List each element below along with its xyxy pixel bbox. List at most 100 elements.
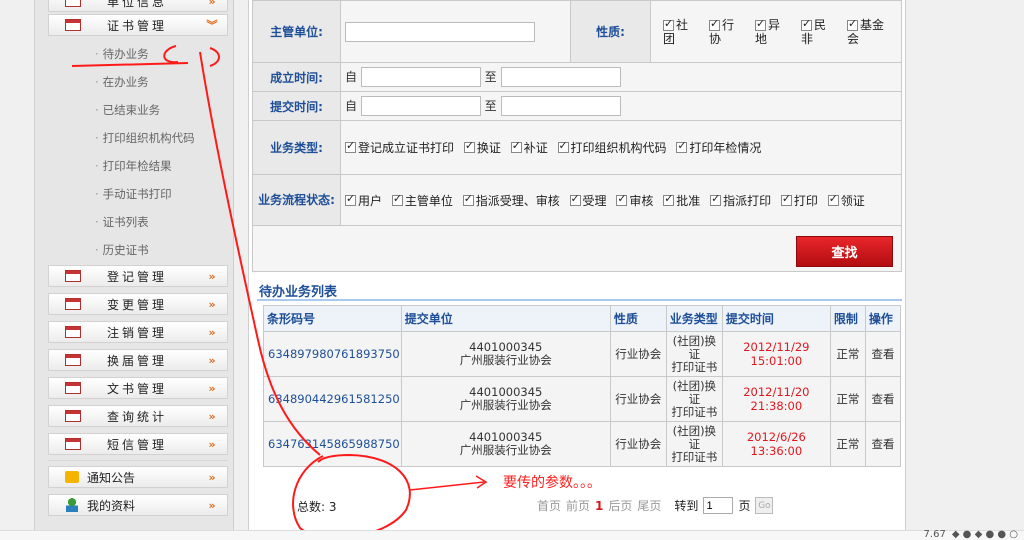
nature-option-shetuan[interactable]: 社团 xyxy=(663,17,699,46)
established-label: 成立时间: xyxy=(252,62,341,92)
flow-option[interactable]: 用户 xyxy=(345,192,382,209)
btype-option[interactable]: 补证 xyxy=(510,139,548,156)
table-row: 634897980761893750 4401000345 广州服装行业协会 行业… xyxy=(263,331,902,377)
checkbox[interactable] xyxy=(847,17,858,31)
barcode-cell: 634890442961581250 xyxy=(263,376,402,422)
checkbox[interactable] xyxy=(462,192,474,206)
view-link[interactable]: 查看 xyxy=(864,376,902,422)
search-button[interactable]: 查找 xyxy=(796,236,893,267)
chevron-right-icon: » xyxy=(208,409,216,423)
flow-option[interactable]: 指派受理、审核 xyxy=(462,192,560,209)
calendar-icon xyxy=(65,438,81,450)
submitted-cell: 自 至 xyxy=(340,91,902,121)
flow-option[interactable]: 打印 xyxy=(780,192,818,209)
flow-option[interactable]: 批准 xyxy=(663,192,700,209)
checkbox[interactable] xyxy=(345,192,356,206)
btype-option[interactable]: 打印组织机构代码 xyxy=(557,139,667,156)
calendar-icon xyxy=(65,270,81,282)
menu-label: 变更管理 xyxy=(107,297,168,312)
col-action: 操作 xyxy=(864,305,902,332)
checkbox[interactable] xyxy=(709,17,720,31)
menu-registration[interactable]: 登记管理 » xyxy=(48,265,228,287)
supervisor-label: 主管单位: xyxy=(252,0,341,63)
checkbox[interactable] xyxy=(463,139,475,153)
checkbox[interactable] xyxy=(780,192,792,206)
flow-option[interactable]: 受理 xyxy=(569,192,607,209)
flow-option[interactable]: 主管单位 xyxy=(391,192,453,209)
established-to-input[interactable] xyxy=(500,67,621,87)
submenu-item-cert-list[interactable]: · 证书列表 xyxy=(95,214,149,230)
barcode-cell: 634763145865988750 xyxy=(263,421,402,467)
menu-change[interactable]: 变更管理 » xyxy=(48,293,228,315)
btype-option[interactable]: 登记成立证书打印 xyxy=(345,139,454,156)
pager-goto-input[interactable] xyxy=(703,497,734,514)
checkbox[interactable] xyxy=(663,17,674,31)
submenu-item-pending[interactable]: · 待办业务 xyxy=(95,46,149,62)
flow-label: 业务流程状态: xyxy=(252,174,341,226)
supervisor-input[interactable] xyxy=(345,21,535,42)
menu-label: 通知公告 xyxy=(87,470,136,485)
menu-query-stats[interactable]: 查询统计 » xyxy=(48,405,228,427)
menu-documents[interactable]: 文书管理 » xyxy=(48,377,228,399)
chevron-down-icon: ︾ xyxy=(206,19,218,32)
checkbox[interactable] xyxy=(801,17,812,31)
checkbox[interactable] xyxy=(827,192,839,206)
menu-reelection[interactable]: 换届管理 » xyxy=(48,349,228,371)
submitted-to-input[interactable] xyxy=(500,96,621,116)
nature-option-hangxie[interactable]: 行协 xyxy=(709,17,745,46)
chevron-right-icon: » xyxy=(208,325,216,339)
user-icon xyxy=(66,498,78,512)
from-label: 自 xyxy=(345,70,358,84)
btype-option[interactable]: 换证 xyxy=(463,139,501,156)
menu-cert-manage[interactable]: 证书管理 ︾ xyxy=(48,14,228,36)
checkbox[interactable] xyxy=(557,139,569,153)
nature-cell: 行业协会 xyxy=(609,376,667,422)
search-form: 主管单位: 性质: 社团 行协 异地 民非 基金会 成立时间: 自 至 xyxy=(252,0,902,272)
btype-option[interactable]: 打印年检情况 xyxy=(676,139,761,156)
checkbox[interactable] xyxy=(345,139,356,153)
from-label: 自 xyxy=(345,99,358,113)
to-label: 至 xyxy=(484,99,497,113)
menu-label: 文书管理 xyxy=(107,381,168,396)
menu-sms[interactable]: 短信管理 » xyxy=(48,433,228,455)
checkbox[interactable] xyxy=(569,192,581,206)
menu-org-info[interactable]: 单位信息 » xyxy=(48,0,228,12)
view-link[interactable]: 查看 xyxy=(864,331,902,377)
submitted-from-input[interactable] xyxy=(360,96,481,116)
calendar-icon xyxy=(65,0,81,7)
flow-option[interactable]: 指派打印 xyxy=(710,192,771,209)
checkbox[interactable] xyxy=(616,192,628,206)
checkbox[interactable] xyxy=(391,192,403,206)
submenu-item-history[interactable]: · 历史证书 xyxy=(95,242,149,258)
checkbox[interactable] xyxy=(510,139,522,153)
pager-go-button[interactable]: Go xyxy=(755,497,774,514)
menu-notice[interactable]: 通知公告 » xyxy=(48,466,228,488)
view-link[interactable]: 查看 xyxy=(864,421,902,467)
flow-option[interactable]: 审核 xyxy=(616,192,653,209)
checkbox[interactable] xyxy=(676,139,688,153)
pager-prev[interactable]: 前页 xyxy=(566,497,590,514)
pager-next[interactable]: 后页 xyxy=(608,497,632,514)
flow-option[interactable]: 领证 xyxy=(827,192,865,209)
calendar-icon xyxy=(65,19,81,31)
nature-option-minfei[interactable]: 民非 xyxy=(801,17,837,46)
total-label: 总数: xyxy=(297,500,326,514)
pager-first[interactable]: 首页 xyxy=(537,497,561,514)
established-from-input[interactable] xyxy=(360,67,481,87)
submenu-item-print-org-code[interactable]: · 打印组织机构代码 xyxy=(95,130,195,146)
menu-profile[interactable]: 我的资料 » xyxy=(48,494,228,516)
checkbox[interactable] xyxy=(755,17,766,31)
table-row: 634890442961581250 4401000345 广州服装行业协会 行业… xyxy=(263,376,902,422)
col-btype: 业务类型 xyxy=(665,305,723,332)
menu-cancel[interactable]: 注销管理 » xyxy=(48,321,228,343)
limit-cell: 正常 xyxy=(829,421,866,467)
submenu-item-print-annual[interactable]: · 打印年检结果 xyxy=(95,158,172,174)
submenu-item-in-progress[interactable]: · 在办业务 xyxy=(95,74,149,90)
nature-option-yidi[interactable]: 异地 xyxy=(755,17,791,46)
nature-option-jijinhui[interactable]: 基金会 xyxy=(847,17,891,46)
submenu-item-manual-print[interactable]: · 手动证书打印 xyxy=(95,186,172,202)
checkbox[interactable] xyxy=(710,192,722,206)
pager-last[interactable]: 尾页 xyxy=(637,497,661,514)
checkbox[interactable] xyxy=(663,192,675,206)
submenu-item-finished[interactable]: · 已结束业务 xyxy=(95,102,160,118)
